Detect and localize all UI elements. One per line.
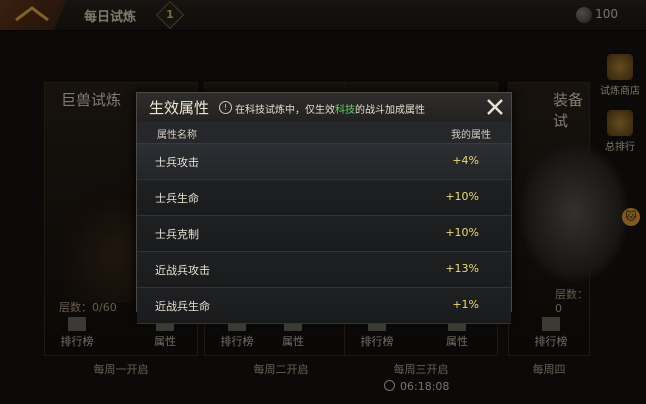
table-row: 近战兵生命 +1%	[137, 288, 511, 324]
column-attribute-name: 属性名称	[157, 130, 197, 141]
modal-header: 生效属性 ! 在科技试炼中，仅生效科技的战斗加成属性	[137, 93, 511, 122]
table-row: 士兵生命 +10%	[137, 180, 511, 216]
close-icon	[487, 99, 503, 115]
column-my-attribute: 我的属性	[451, 130, 491, 141]
attribute-table: 士兵攻击 +4% 士兵生命 +10% 士兵克制 +10% 近战兵攻击 +13% 近战兵生…	[137, 144, 511, 324]
table-row: 士兵攻击 +4%	[137, 144, 511, 180]
table-row: 士兵克制 +10%	[137, 216, 511, 252]
close-button[interactable]	[485, 97, 505, 117]
info-icon: !	[219, 101, 232, 114]
modal-title: 生效属性	[149, 99, 210, 117]
table-row: 近战兵攻击 +13%	[137, 252, 511, 288]
table-header: 属性名称 我的属性	[137, 121, 511, 144]
effective-attributes-modal: 生效属性 ! 在科技试炼中，仅生效科技的战斗加成属性 属性名称 我的属性 士兵攻…	[136, 92, 512, 324]
modal-hint: 在科技试炼中，仅生效科技的战斗加成属性	[235, 105, 425, 116]
